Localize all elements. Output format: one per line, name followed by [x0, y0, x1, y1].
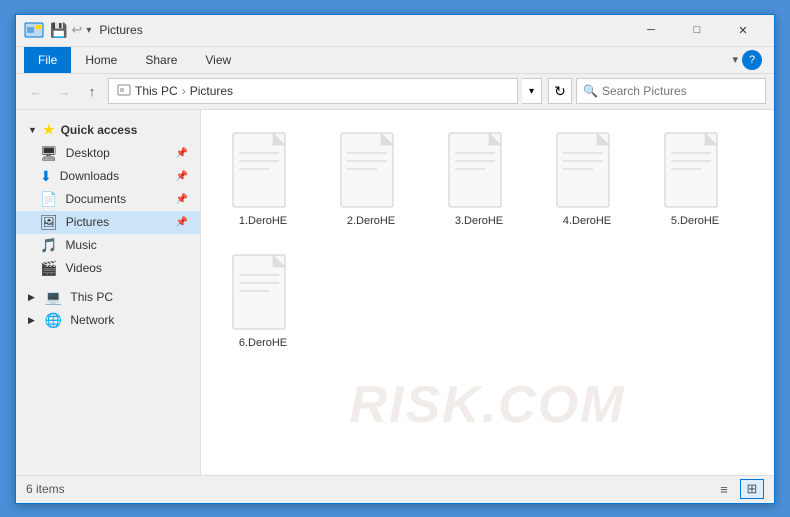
- sidebar: ▼ ★ Quick access 🖥 Desktop 📌 ⬇ Downloads…: [16, 110, 201, 475]
- title-bar: 💾 ↩ ▾ Pictures ─ □ ✕: [16, 15, 774, 47]
- window-icon: [24, 20, 44, 40]
- documents-icon: 📄: [40, 191, 57, 208]
- desktop-icon: 🖥: [40, 145, 58, 162]
- minimize-button[interactable]: ─: [628, 14, 674, 46]
- sidebar-this-pc-label: This PC: [70, 290, 113, 304]
- undo-icon[interactable]: ↩: [71, 22, 82, 38]
- sidebar-documents-label: Documents: [65, 192, 126, 206]
- file-item[interactable]: 6.DeroHE: [213, 244, 313, 358]
- file-name-0: 1.DeroHE: [239, 215, 287, 227]
- item-count: 6 items: [26, 482, 65, 496]
- window-title: Pictures: [99, 23, 628, 37]
- ribbon-tab-list: File Home Share View ▾ ?: [16, 47, 774, 73]
- file-name-5: 6.DeroHE: [239, 337, 287, 349]
- quick-access-dropdown-icon[interactable]: ▾: [86, 25, 91, 36]
- back-button[interactable]: ←: [24, 79, 48, 103]
- sidebar-item-desktop[interactable]: 🖥 Desktop 📌: [16, 142, 200, 165]
- address-bar: ← → ↑ This PC › Pictures ▾ ↻ 🔍: [16, 74, 774, 110]
- sidebar-item-videos[interactable]: 🎬 Videos: [16, 257, 200, 280]
- address-path[interactable]: This PC › Pictures: [108, 78, 518, 104]
- save-icon[interactable]: 💾: [50, 22, 67, 39]
- pin-icon-pictures: 📌: [176, 217, 188, 228]
- breadcrumb-icon: [117, 83, 131, 100]
- sidebar-quick-access-label: Quick access: [61, 123, 138, 137]
- this-pc-icon: 💻: [45, 289, 62, 306]
- quick-access-collapse-icon: ▼: [28, 125, 37, 135]
- file-icon-3: [551, 131, 623, 211]
- file-item[interactable]: 1.DeroHE: [213, 122, 313, 236]
- sidebar-music-label: Music: [65, 238, 96, 252]
- status-bar: 6 items ≡ ⊞: [16, 475, 774, 503]
- file-area: RISK.COM 1.DeroHE: [201, 110, 774, 475]
- ribbon: File Home Share View ▾ ?: [16, 47, 774, 74]
- address-dropdown-button[interactable]: ▾: [522, 78, 542, 104]
- pin-icon-documents: 📌: [176, 194, 188, 205]
- quick-access-toolbar: 💾 ↩ ▾: [50, 22, 91, 39]
- tab-file[interactable]: File: [24, 47, 71, 73]
- sidebar-downloads-label: Downloads: [60, 169, 119, 183]
- sidebar-item-this-pc[interactable]: ▶ 💻 This PC: [16, 286, 200, 309]
- file-item[interactable]: 4.DeroHE: [537, 122, 637, 236]
- up-button[interactable]: ↑: [80, 79, 104, 103]
- pin-icon-downloads: 📌: [176, 171, 188, 182]
- music-icon: 🎵: [40, 237, 57, 254]
- pin-icon: 📌: [176, 148, 188, 159]
- sidebar-item-documents[interactable]: 📄 Documents 📌: [16, 188, 200, 211]
- sidebar-item-pictures[interactable]: 🖼 Pictures 📌: [16, 211, 200, 234]
- downloads-icon: ⬇: [40, 168, 52, 185]
- file-icon-4: [659, 131, 731, 211]
- tab-share[interactable]: Share: [131, 47, 191, 73]
- files-grid: 1.DeroHE 2.DeroHE: [213, 122, 762, 358]
- file-icon-2: [443, 131, 515, 211]
- videos-icon: 🎬: [40, 260, 57, 277]
- search-input[interactable]: [602, 84, 759, 98]
- network-icon: 🌐: [45, 312, 62, 329]
- large-icons-view-button[interactable]: ⊞: [740, 479, 764, 499]
- pictures-icon: 🖼: [40, 214, 58, 231]
- tab-view[interactable]: View: [191, 47, 245, 73]
- forward-button[interactable]: →: [52, 79, 76, 103]
- breadcrumb-this-pc[interactable]: This PC: [135, 84, 178, 98]
- file-item[interactable]: 5.DeroHE: [645, 122, 745, 236]
- file-name-1: 2.DeroHE: [347, 215, 395, 227]
- quick-access-star-icon: ★: [43, 122, 55, 138]
- list-view-button[interactable]: ≡: [712, 479, 736, 499]
- close-button[interactable]: ✕: [720, 14, 766, 46]
- sidebar-desktop-label: Desktop: [66, 146, 110, 160]
- search-icon: 🔍: [583, 84, 598, 98]
- sidebar-item-downloads[interactable]: ⬇ Downloads 📌: [16, 165, 200, 188]
- watermark: RISK.COM: [350, 375, 626, 435]
- search-box[interactable]: 🔍: [576, 78, 766, 104]
- explorer-window: 💾 ↩ ▾ Pictures ─ □ ✕ File Home Share Vie…: [15, 14, 775, 504]
- collapse-network-icon: ▶: [28, 315, 35, 326]
- file-name-4: 5.DeroHE: [671, 215, 719, 227]
- collapse-this-pc-icon: ▶: [28, 292, 35, 303]
- sidebar-item-network[interactable]: ▶ 🌐 Network: [16, 309, 200, 332]
- maximize-button[interactable]: □: [674, 14, 720, 46]
- sidebar-network-label: Network: [70, 313, 114, 327]
- file-icon-1: [335, 131, 407, 211]
- file-name-2: 3.DeroHE: [455, 215, 503, 227]
- file-icon-0: [227, 131, 299, 211]
- sidebar-videos-label: Videos: [65, 261, 101, 275]
- file-icon-5: [227, 253, 299, 333]
- tab-home[interactable]: Home: [71, 47, 131, 73]
- refresh-button[interactable]: ↻: [548, 78, 572, 104]
- ribbon-collapse-icon[interactable]: ▾: [732, 53, 738, 66]
- window-controls: ─ □ ✕: [628, 14, 766, 46]
- breadcrumb-pictures[interactable]: Pictures: [190, 84, 233, 98]
- main-content: ▼ ★ Quick access 🖥 Desktop 📌 ⬇ Downloads…: [16, 110, 774, 475]
- file-item[interactable]: 3.DeroHE: [429, 122, 529, 236]
- help-button[interactable]: ?: [742, 50, 762, 70]
- file-name-3: 4.DeroHE: [563, 215, 611, 227]
- sidebar-pictures-label: Pictures: [66, 215, 109, 229]
- sidebar-item-music[interactable]: 🎵 Music: [16, 234, 200, 257]
- view-controls: ≡ ⊞: [712, 479, 764, 499]
- file-item[interactable]: 2.DeroHE: [321, 122, 421, 236]
- sidebar-quick-access-header[interactable]: ▼ ★ Quick access: [16, 118, 200, 142]
